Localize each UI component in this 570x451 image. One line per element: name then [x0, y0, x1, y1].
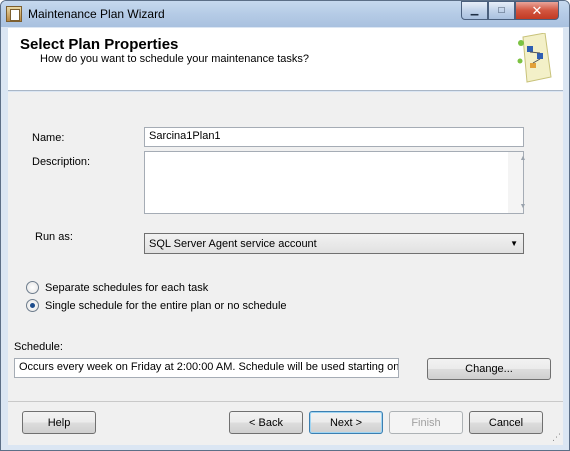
name-field[interactable]: Sarcina1Plan1 — [144, 127, 524, 147]
separate-schedules-radio[interactable] — [26, 281, 39, 294]
wizard-body: Name: Sarcina1Plan1 Description: ▲ ▼ Run… — [8, 92, 563, 445]
maximize-button[interactable]: □ — [488, 1, 515, 20]
window-title: Maintenance Plan Wizard — [28, 7, 165, 21]
single-schedule-radio[interactable] — [26, 299, 39, 312]
separate-schedules-label: Separate schedules for each task — [45, 281, 209, 294]
scroll-down-icon[interactable]: ▼ — [516, 203, 531, 210]
maintenance-wizard-icon — [6, 6, 22, 22]
wizard-window: Maintenance Plan Wizard ▁ □ ✕ Select Pla… — [0, 0, 570, 451]
run-as-value: SQL Server Agent service account — [149, 238, 317, 250]
footer-divider — [8, 401, 563, 402]
resize-grip-icon[interactable]: ⋰ — [552, 432, 561, 443]
finish-button: Finish — [389, 411, 463, 434]
name-label: Name: — [32, 132, 65, 144]
wizard-header: Select Plan Properties How do you want t… — [8, 28, 563, 91]
back-button[interactable]: < Back — [229, 411, 303, 434]
close-button[interactable]: ✕ — [515, 1, 559, 20]
help-button[interactable]: Help — [22, 411, 96, 434]
run-as-label: Run as: — [35, 231, 73, 243]
page-subtitle: How do you want to schedule your mainten… — [40, 53, 310, 65]
description-text — [145, 152, 523, 156]
cancel-button[interactable]: Cancel — [469, 411, 543, 434]
single-schedule-label: Single schedule for the entire plan or n… — [45, 299, 287, 312]
maximize-icon: □ — [498, 5, 505, 16]
single-schedule-option[interactable]: Single schedule for the entire plan or n… — [26, 299, 287, 312]
run-as-dropdown[interactable]: SQL Server Agent service account ▼ — [144, 233, 524, 254]
schedule-label: Schedule: — [14, 341, 63, 353]
next-button[interactable]: Next > — [309, 411, 383, 434]
description-scrollbar[interactable]: ▲ ▼ — [508, 152, 526, 213]
description-field[interactable]: ▲ ▼ — [144, 151, 526, 214]
description-label: Description: — [32, 156, 91, 168]
wizard-flowchart-graphic — [517, 33, 552, 83]
change-schedule-button[interactable]: Change... — [427, 358, 551, 380]
schedule-description-field[interactable]: Occurs every week on Friday at 2:00:00 A… — [14, 358, 399, 378]
minimize-icon: ▁ — [470, 5, 479, 16]
title-bar[interactable]: Maintenance Plan Wizard ▁ □ ✕ — [1, 1, 569, 27]
close-icon: ✕ — [531, 2, 543, 18]
page-title: Select Plan Properties — [20, 36, 179, 53]
chevron-down-icon: ▼ — [510, 239, 518, 248]
minimize-button[interactable]: ▁ — [461, 1, 488, 20]
separate-schedules-option[interactable]: Separate schedules for each task — [26, 281, 208, 294]
scroll-up-icon[interactable]: ▲ — [516, 155, 531, 162]
caption-buttons: ▁ □ ✕ — [461, 1, 559, 20]
